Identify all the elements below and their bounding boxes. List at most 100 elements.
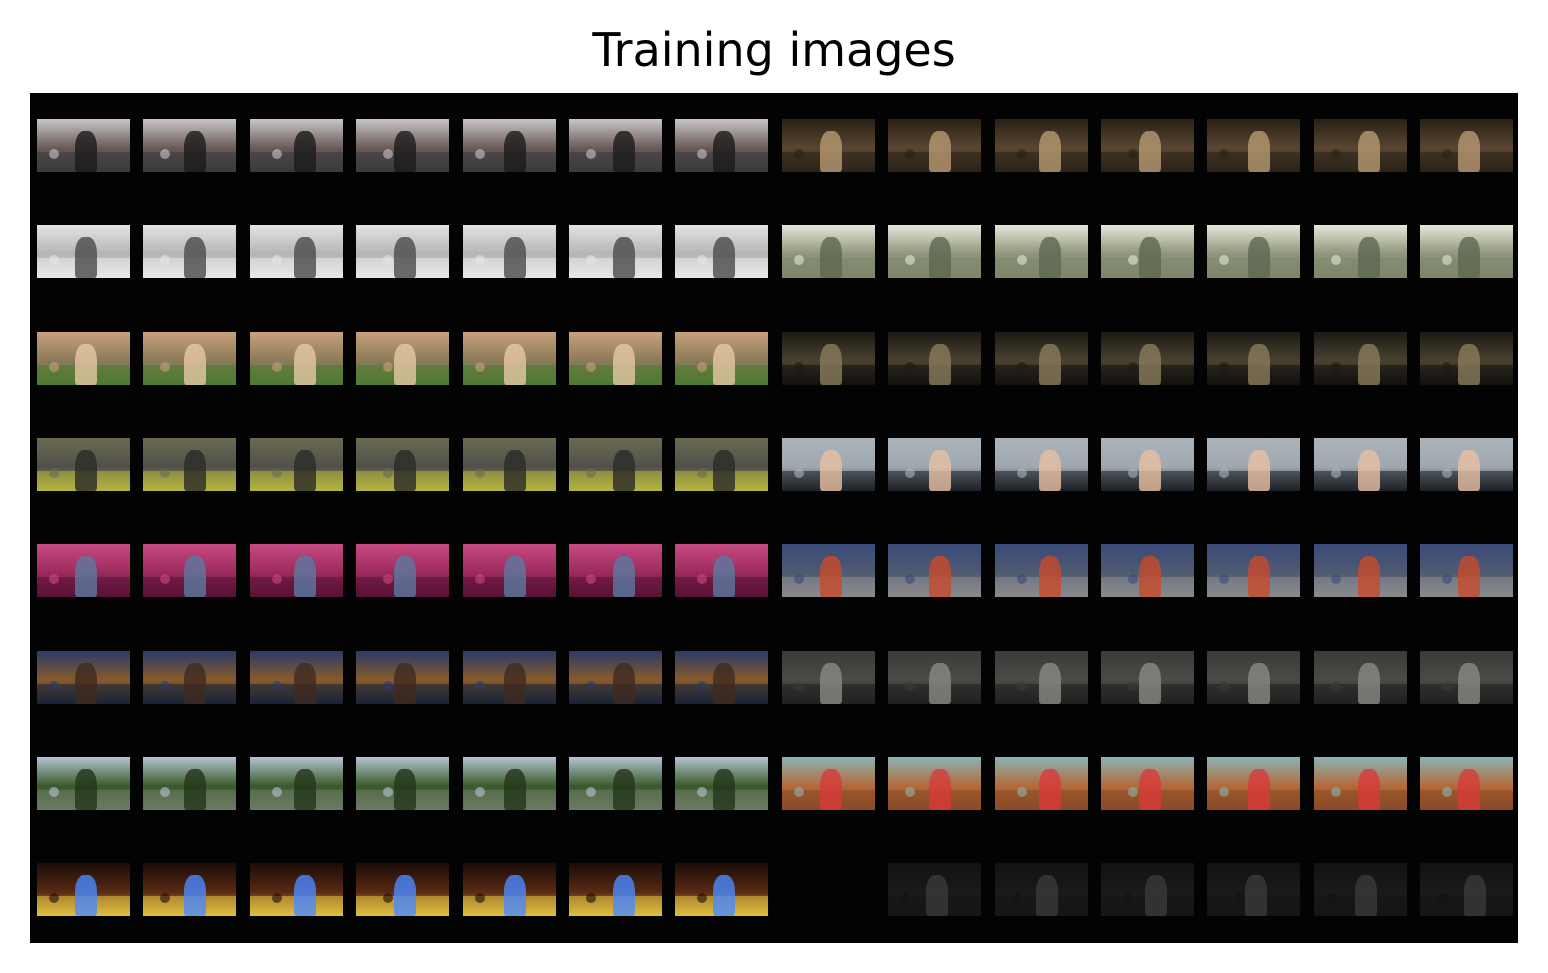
thumbnail-leaves-against-sky <box>356 757 449 810</box>
thumbnail-highlight <box>49 468 59 478</box>
thumbnail-highlight <box>697 468 707 478</box>
thumbnail-subject <box>75 556 97 597</box>
thumbnail-highlight <box>697 681 707 691</box>
thumbnail-leaves-against-sky <box>250 757 343 810</box>
thumbnail-panel-interview <box>1101 544 1194 597</box>
thumbnail-man-in-suit-gesturing <box>782 438 875 491</box>
thumbnail-dark-room-silhouette <box>1314 332 1407 385</box>
thumbnail-subject <box>1039 450 1061 491</box>
thumbnail-highlight <box>1442 362 1452 372</box>
thumbnail-highlight <box>160 681 170 691</box>
thumbnail-dim-bar-gathering <box>1420 651 1513 704</box>
thumbnail-subject <box>1145 875 1167 916</box>
thumbnail-subject <box>929 663 951 704</box>
thumbnail-highlight <box>383 574 393 584</box>
thumbnail-subject <box>1248 237 1270 278</box>
thumbnail-highlight <box>1442 787 1452 797</box>
thumbnail-highlight <box>1234 893 1244 903</box>
thumbnail-highlight <box>272 893 282 903</box>
thumbnail-highlight <box>475 787 485 797</box>
thumbnail-open-water-horizon <box>1101 225 1194 278</box>
thumbnail-highlight <box>697 362 707 372</box>
thumbnail-highlight <box>794 362 804 372</box>
thumbnail-highlight <box>1219 574 1229 584</box>
thumbnail-panel-interview <box>995 544 1088 597</box>
thumbnail-highlight <box>1128 149 1138 159</box>
thumbnail-woman-on-bridge <box>463 119 556 172</box>
thumbnail-subject <box>1458 663 1480 704</box>
thumbnail-highlight <box>49 574 59 584</box>
thumbnail-grayscale-face-window <box>37 225 130 278</box>
thumbnail-highlight <box>697 149 707 159</box>
thumbnail-very-dark-night-scene <box>1420 863 1513 916</box>
thumbnail-highlight <box>160 149 170 159</box>
thumbnail-hands-chopping-vegetables <box>675 332 768 385</box>
thumbnail-highlight <box>1442 574 1452 584</box>
thumbnail-dim-bar-gathering <box>1314 651 1407 704</box>
thumbnail-subject <box>1355 875 1377 916</box>
thumbnail-highlight <box>586 681 596 691</box>
thumbnail-subject <box>820 450 842 491</box>
thumbnail-subject <box>294 131 316 172</box>
thumbnail-subject <box>1248 769 1270 810</box>
thumbnail-open-water-horizon <box>1420 225 1513 278</box>
thumbnail-highlight <box>272 468 282 478</box>
thumbnail-highlight <box>383 681 393 691</box>
thumbnail-subject <box>75 237 97 278</box>
thumbnail-subject <box>184 769 206 810</box>
thumbnail-subject <box>504 237 526 278</box>
thumbnail-subject <box>1248 344 1270 385</box>
thumbnail-subject <box>75 131 97 172</box>
thumbnail-subject <box>929 556 951 597</box>
thumbnail-subject <box>294 556 316 597</box>
thumbnail-hand-on-metal-frame <box>250 438 343 491</box>
thumbnail-grayscale-face-window <box>675 225 768 278</box>
thumbnail-highlight <box>49 681 59 691</box>
thumbnail-highlight <box>1128 255 1138 265</box>
thumbnail-highlight <box>160 255 170 265</box>
thumbnail-subject <box>926 875 948 916</box>
thumbnail-dancers-on-magenta-stage <box>143 544 236 597</box>
thumbnail-highlight <box>1017 468 1027 478</box>
thumbnail-subject <box>1358 344 1380 385</box>
thumbnail-hands-chopping-vegetables <box>37 332 130 385</box>
thumbnail-open-water-horizon <box>1314 225 1407 278</box>
thumbnail-dark-room-silhouette <box>995 332 1088 385</box>
thumbnail-subject <box>75 875 97 916</box>
thumbnail-hand-on-metal-frame <box>569 438 662 491</box>
thumbnail-highlight <box>383 468 393 478</box>
thumbnail-subject <box>75 663 97 704</box>
thumbnail-subject <box>394 131 416 172</box>
thumbnail-hands-chopping-vegetables <box>250 332 343 385</box>
thumbnail-highlight <box>586 787 596 797</box>
thumbnail-subject <box>75 344 97 385</box>
thumbnail-woman-on-bridge <box>675 119 768 172</box>
thumbnail-highlight <box>794 255 804 265</box>
thumbnail-highlight <box>383 149 393 159</box>
thumbnail-highlight <box>1128 681 1138 691</box>
thumbnail-highlight <box>697 255 707 265</box>
thumbnail-highlight <box>272 255 282 265</box>
thumbnail-highlight <box>1128 362 1138 372</box>
thumbnail-man-in-suit-gesturing <box>1420 438 1513 491</box>
thumbnail-concert-crowd <box>1314 119 1407 172</box>
thumbnail-subject <box>929 344 951 385</box>
thumbnail-woman-on-bridge <box>569 119 662 172</box>
thumbnail-highlight <box>383 893 393 903</box>
thumbnail-highlight <box>1437 893 1447 903</box>
thumbnail-dancers-on-magenta-stage <box>569 544 662 597</box>
thumbnail-subject <box>1248 556 1270 597</box>
thumbnail-subject <box>713 131 735 172</box>
thumbnail-highlight <box>1219 468 1229 478</box>
thumbnail-subject <box>1036 875 1058 916</box>
thumbnail-highlight <box>697 574 707 584</box>
thumbnail-very-dark-night-scene <box>1314 863 1407 916</box>
thumbnail-highlight <box>1442 468 1452 478</box>
thumbnail-subject <box>613 556 635 597</box>
thumbnail-highlight <box>1331 149 1341 159</box>
thumbnail-highlight <box>1219 681 1229 691</box>
thumbnail-highlight <box>383 255 393 265</box>
thumbnail-dancers-on-magenta-stage <box>37 544 130 597</box>
thumbnail-highlight <box>1331 681 1341 691</box>
thumbnail-subject <box>394 556 416 597</box>
